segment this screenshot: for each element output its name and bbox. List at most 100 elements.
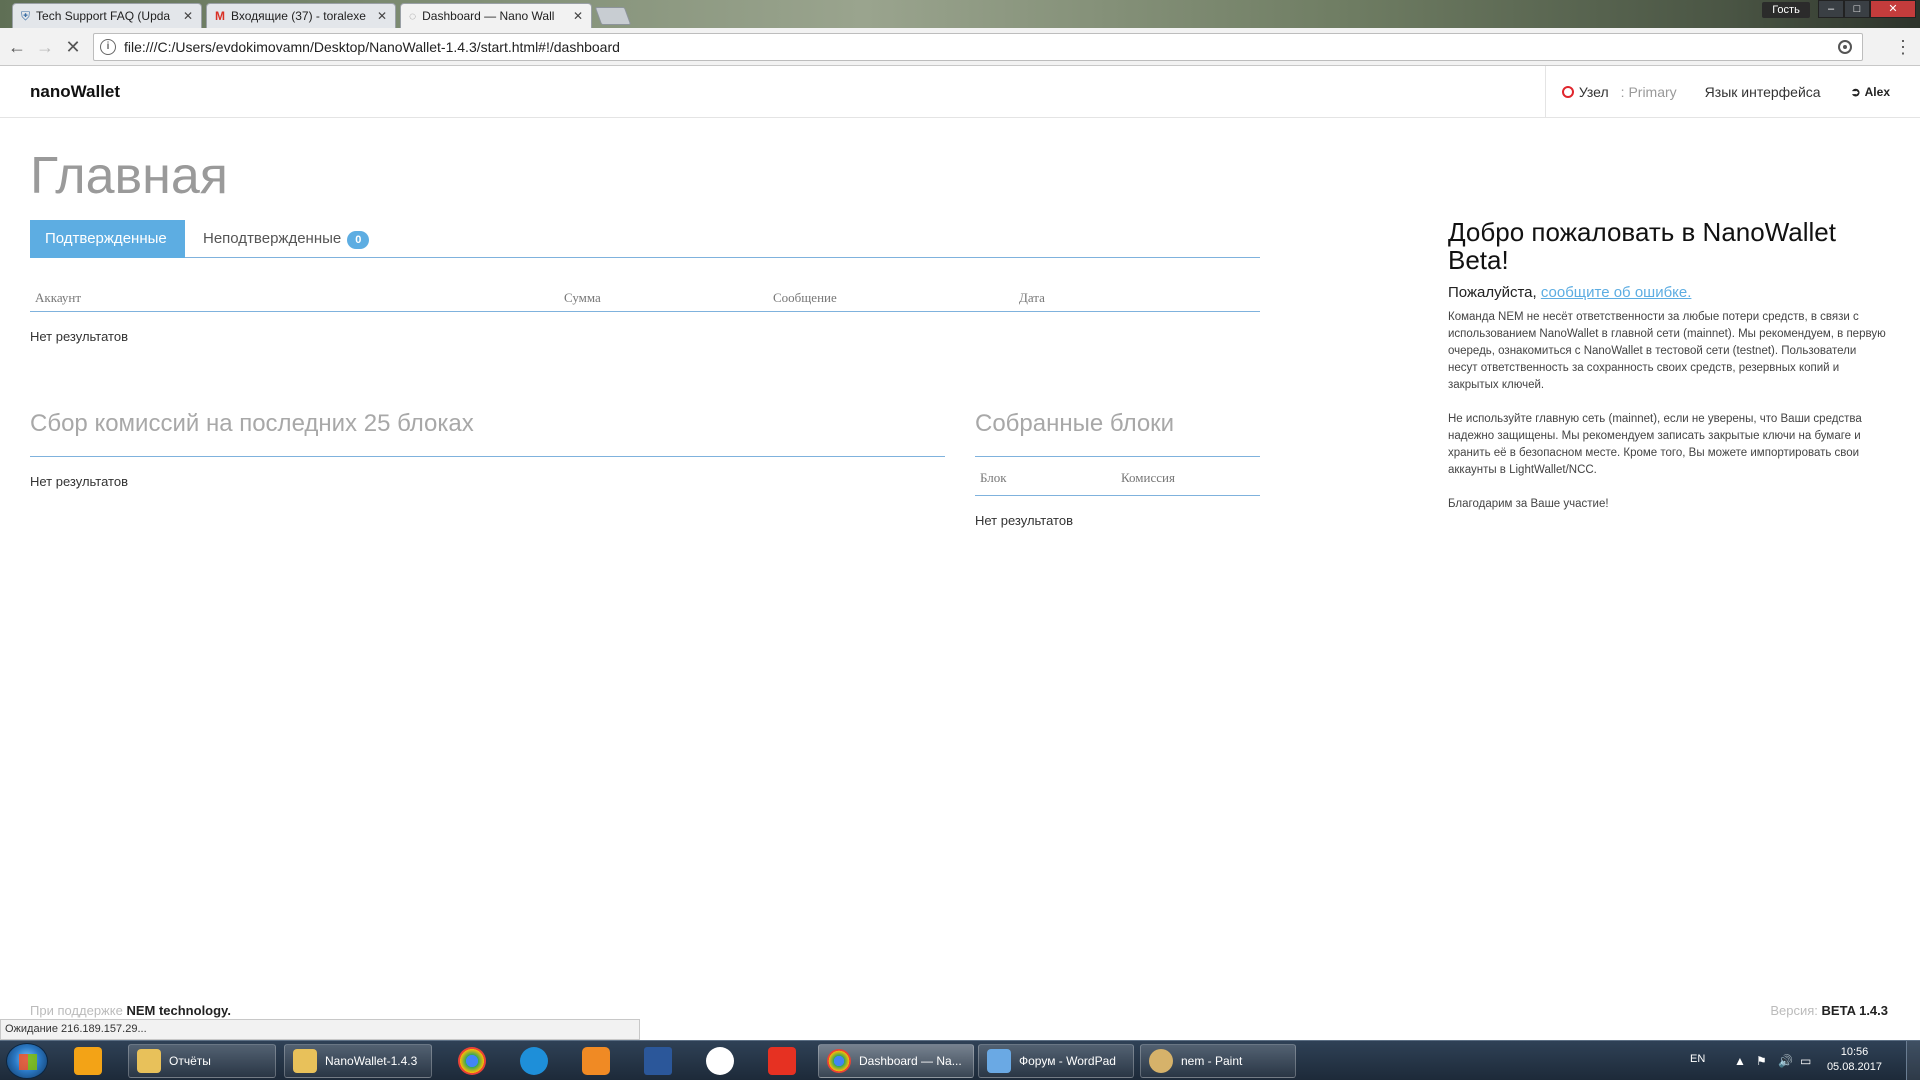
fees-empty: Нет результатов <box>30 474 128 489</box>
guest-badge[interactable]: Гость <box>1762 2 1810 18</box>
stop-icon[interactable]: ✕ <box>62 36 84 58</box>
input-language[interactable]: EN <box>1690 1053 1705 1065</box>
taskbar-item-label: Форум - WordPad <box>1019 1054 1116 1068</box>
network-icon[interactable]: ▭ <box>1800 1054 1811 1068</box>
chrome-icon[interactable] <box>458 1047 486 1075</box>
maximize-button[interactable]: □ <box>1844 0 1870 18</box>
media-player-icon[interactable] <box>582 1047 610 1075</box>
account-name: Alex <box>1864 85 1890 99</box>
taskbar-item-label: Dashboard — Na... <box>859 1054 962 1068</box>
menu-icon[interactable]: ⋮ <box>1894 36 1912 58</box>
close-icon[interactable]: ✕ <box>183 9 193 23</box>
url-text[interactable]: file:///C:/Users/evdokimovamn/Desktop/Na… <box>124 39 1838 55</box>
new-tab-button[interactable] <box>594 7 632 25</box>
page-title: Главная <box>30 147 228 205</box>
show-hidden-icons-icon[interactable]: ▲ <box>1734 1054 1746 1068</box>
tab-title: Tech Support FAQ (Upda <box>36 9 171 23</box>
column-header-date[interactable]: Дата <box>1019 290 1045 306</box>
node-status-icon <box>1561 86 1574 98</box>
column-header-fee[interactable]: Комиссия <box>1121 470 1175 486</box>
clock[interactable]: 10:56 05.08.2017 <box>1827 1045 1882 1075</box>
show-desktop-button[interactable] <box>1906 1041 1920 1080</box>
harvested-section-title: Собранные блоки <box>975 410 1175 437</box>
outlook-icon[interactable] <box>74 1047 102 1075</box>
location-target-icon[interactable] <box>1838 40 1852 54</box>
disclaimer-paragraph: Команда NEM не несёт ответственности за … <box>1448 311 1886 391</box>
clock-time: 10:56 <box>1840 1046 1869 1058</box>
system-tray: EN ▲ ⚑ 🔊 ▭ 10:56 05.08.2017 <box>1680 1041 1920 1080</box>
security-paragraph: Не используйте главную сеть (mainnet), е… <box>1448 413 1862 476</box>
harvested-divider <box>975 456 1260 457</box>
column-header-amount[interactable]: Сумма <box>564 290 601 306</box>
minimize-button[interactable]: – <box>1818 0 1844 18</box>
node-selector[interactable]: Узел <box>1546 66 1617 118</box>
taskbar: Отчёты NanoWallet-1.4.3 Dashboard — Na..… <box>0 1040 1920 1080</box>
volume-icon[interactable]: 🔊 <box>1778 1054 1793 1068</box>
fees-section-title: Сбор комиссий на последних 25 блоках <box>30 410 474 437</box>
back-arrow-icon[interactable]: ← <box>6 36 28 58</box>
tab-title: Dashboard — Nano Wall <box>422 9 555 23</box>
harvested-empty: Нет результатов <box>975 513 1073 528</box>
gmail-icon: M <box>215 9 225 23</box>
window-close-button[interactable]: ✕ <box>1870 0 1916 18</box>
thanks-paragraph: Благодарим за Ваше участие! <box>1448 498 1609 510</box>
chrome-icon <box>827 1049 851 1073</box>
transactions-tabs: Подтвержденные Неподтвержденные 0 <box>30 220 1260 258</box>
version-info: Версия: BETA 1.4.3 <box>1770 1003 1888 1018</box>
app-navbar: nanoWallet Узел : Primary Язык интерфейс… <box>0 66 1920 118</box>
yandex-browser-icon[interactable] <box>706 1047 734 1075</box>
version-value: BETA 1.4.3 <box>1821 1003 1888 1018</box>
taskbar-item-nanowallet-folder[interactable]: NanoWallet-1.4.3 <box>284 1044 432 1078</box>
transactions-empty: Нет результатов <box>30 329 128 344</box>
taskbar-item-paint[interactable]: nem - Paint <box>1140 1044 1296 1078</box>
internet-explorer-icon[interactable] <box>520 1047 548 1075</box>
browser-tab-dashboard[interactable]: ◌ Dashboard — Nano Wall ✕ <box>400 3 592 28</box>
word-icon[interactable] <box>644 1047 672 1075</box>
node-name: : Primary <box>1620 84 1677 100</box>
browser-tab-strip: ⛨ Tech Support FAQ (Upda ✕ M Входящие (3… <box>0 0 1920 28</box>
taskbar-item-dashboard[interactable]: Dashboard — Na... <box>818 1044 974 1078</box>
navbar-right: Узел : Primary Язык интерфейса ➲ Alex <box>1544 66 1920 118</box>
yandex-icon[interactable] <box>768 1047 796 1075</box>
taskbar-item-wordpad[interactable]: Форум - WordPad <box>978 1044 1134 1078</box>
powered-by-link[interactable]: NEM technology. <box>126 1003 230 1018</box>
taskbar-item-label: NanoWallet-1.4.3 <box>325 1054 418 1068</box>
logout-icon: ➲ <box>1850 85 1861 99</box>
loading-icon: ◌ <box>409 9 417 23</box>
address-bar[interactable]: i file:///C:/Users/evdokimovamn/Desktop/… <box>93 33 1863 61</box>
transactions-table-header: Аккаунт Сумма Сообщение Дата <box>30 284 1260 312</box>
browser-toolbar: ← → ✕ i file:///C:/Users/evdokimovamn/De… <box>0 28 1920 66</box>
tab-unconfirmed-label: Неподтвержденные <box>203 230 342 247</box>
forward-arrow-icon[interactable]: → <box>34 36 56 58</box>
tab-title: Входящие (37) - toralexe <box>231 9 366 23</box>
start-button[interactable] <box>6 1043 48 1079</box>
column-header-block[interactable]: Блок <box>980 470 1007 486</box>
wordpad-icon <box>987 1049 1011 1073</box>
powered-by: При поддержке NEM technology. <box>30 1003 231 1018</box>
harvested-table-header: Блок Комиссия <box>975 468 1260 496</box>
folder-icon <box>293 1049 317 1073</box>
report-bug-line: Пожалуйста, сообщите об ошибке. <box>1448 284 1888 301</box>
close-icon[interactable]: ✕ <box>377 9 387 23</box>
paint-icon <box>1149 1049 1173 1073</box>
account-menu[interactable]: ➲ Alex <box>1851 85 1920 99</box>
version-label: Версия: <box>1770 1003 1818 1018</box>
close-icon[interactable]: ✕ <box>573 9 583 23</box>
column-header-account[interactable]: Аккаунт <box>35 290 81 306</box>
report-bug-link[interactable]: сообщите об ошибке. <box>1541 284 1692 301</box>
info-icon[interactable]: i <box>100 39 116 55</box>
action-center-icon[interactable]: ⚑ <box>1756 1054 1767 1068</box>
browser-tab-faq[interactable]: ⛨ Tech Support FAQ (Upda ✕ <box>12 3 202 28</box>
clock-date: 05.08.2017 <box>1826 1061 1882 1073</box>
column-header-message[interactable]: Сообщение <box>773 290 837 306</box>
language-selector[interactable]: Язык интерфейса <box>1699 84 1851 100</box>
tab-unconfirmed[interactable]: Неподтвержденные 0 <box>203 220 370 258</box>
fees-divider <box>30 456 945 457</box>
welcome-panel: Добро пожаловать в NanoWallet Beta! Пожа… <box>1448 218 1888 513</box>
tab-confirmed[interactable]: Подтвержденные <box>30 220 185 258</box>
node-label: Узел <box>1578 84 1609 100</box>
brand-logo[interactable]: nanoWallet <box>30 82 120 102</box>
powered-by-prefix: При поддержке <box>30 1003 123 1018</box>
browser-tab-gmail[interactable]: M Входящие (37) - toralexe ✕ <box>206 3 396 28</box>
taskbar-item-reports[interactable]: Отчёты <box>128 1044 276 1078</box>
